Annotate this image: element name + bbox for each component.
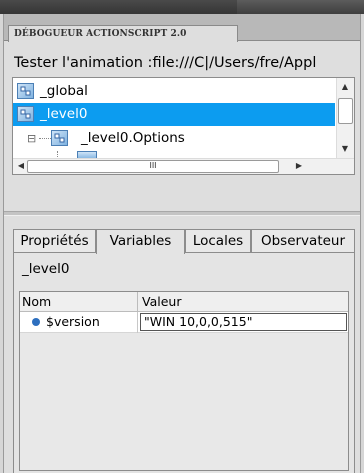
column-divider[interactable]	[137, 292, 138, 312]
movieclip-icon	[17, 83, 34, 99]
movieclip-icon	[51, 130, 68, 146]
variables-pane: _level0 Nom Valeur $version "WIN 10,0,0,…	[13, 252, 355, 473]
tree-item-level0-options[interactable]: ⊟ _level0.Options	[13, 127, 335, 150]
display-list-tree[interactable]: _global _level0 ⊟ _level0.Options ▲ ▼ ◀ …	[12, 77, 355, 175]
tab-proprietes[interactable]: Propriétés	[13, 229, 96, 253]
variables-grid: Nom Valeur $version "WIN 10,0,0,515"	[19, 291, 349, 471]
table-row[interactable]: $version "WIN 10,0,0,515"	[20, 312, 348, 333]
horizontal-scroll-thumb[interactable]: III	[27, 160, 279, 173]
tab-observateur[interactable]: Observateur	[251, 229, 355, 253]
vertical-scroll-thumb[interactable]	[338, 98, 353, 124]
cell-divider	[137, 312, 138, 333]
pane-splitter[interactable]	[4, 211, 360, 216]
panel-tab-strip: DÉBOGUEUR ACTIONSCRIPT 2.0	[4, 14, 360, 42]
grid-header: Nom Valeur	[20, 292, 348, 312]
window-grip[interactable]	[237, 0, 364, 14]
window-title-strip	[0, 0, 364, 14]
tree-connector	[39, 138, 51, 139]
tree-item-label: _level0.Options	[81, 130, 185, 146]
column-header-name[interactable]: Nom	[22, 292, 51, 311]
tree-horizontal-scrollbar[interactable]: ◀ III ▶	[13, 158, 354, 174]
debugger-panel: DÉBOGUEUR ACTIONSCRIPT 2.0 Tester l'anim…	[3, 14, 361, 473]
scroll-down-icon[interactable]: ▼	[337, 144, 353, 153]
tree-vertical-scrollbar[interactable]: ▲ ▼	[336, 78, 354, 158]
scroll-up-icon[interactable]: ▲	[337, 82, 353, 91]
status-text: Tester l'animation :file:///C|/Users/fre…	[14, 55, 317, 71]
collapse-icon[interactable]: ⊟	[27, 127, 36, 150]
variable-value-field[interactable]: "WIN 10,0,0,515"	[140, 313, 347, 331]
target-path: _level0	[22, 261, 70, 277]
tree-item-level0[interactable]: _level0	[13, 103, 335, 126]
tree-item-global[interactable]: _global	[13, 80, 335, 103]
movieclip-icon	[17, 106, 34, 122]
tree-item-label: _level0	[40, 106, 88, 122]
tab-variables[interactable]: Variables	[96, 229, 185, 254]
column-header-value[interactable]: Valeur	[142, 292, 181, 311]
scroll-right-icon[interactable]: ▶	[291, 161, 307, 170]
panel-tab-debugger[interactable]: DÉBOGUEUR ACTIONSCRIPT 2.0	[8, 25, 238, 42]
tab-locales[interactable]: Locales	[185, 229, 251, 253]
tree-item-label: _global	[40, 83, 88, 99]
variable-name: $version	[46, 314, 100, 329]
variable-bullet-icon	[32, 318, 40, 326]
